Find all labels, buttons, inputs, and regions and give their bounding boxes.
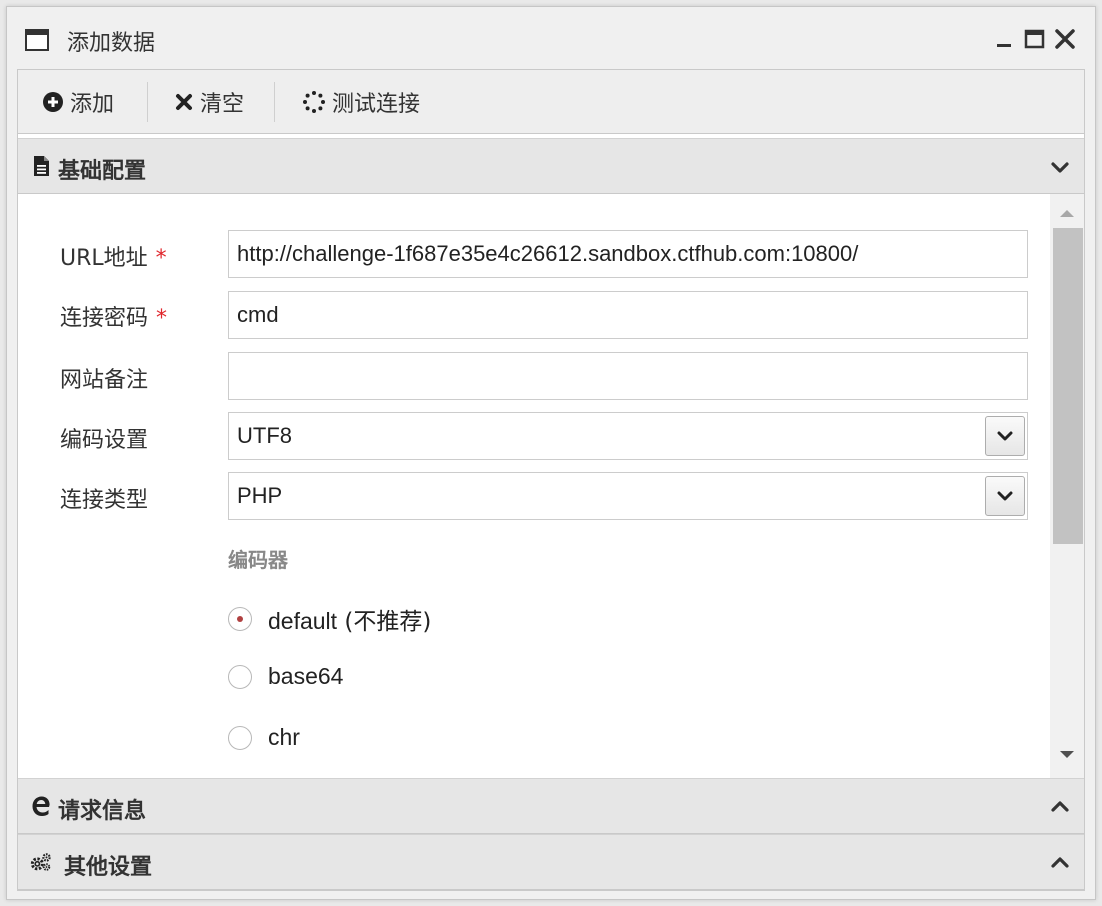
minimize-icon[interactable]: [993, 27, 1017, 51]
encoding-label: 编码设置: [60, 428, 149, 453]
request-info-title: 请求信息: [58, 799, 147, 824]
connection-type-select[interactable]: PHP: [228, 472, 1028, 520]
gears-icon: [30, 853, 51, 871]
basic-config-content: URL地址 * http://challenge-1f687e35e4c26612…: [18, 194, 1084, 778]
encoding-select[interactable]: UTF8: [228, 412, 1028, 460]
url-input-value: http://challenge-1f687e35e4c26612.sandbo…: [237, 241, 859, 266]
url-label-text: URL地址: [60, 246, 148, 271]
encoding-dropdown-button[interactable]: [985, 416, 1025, 456]
encoder-default-name: default: [268, 608, 338, 634]
password-input-value: cmd: [237, 302, 279, 327]
basic-config-title: 基础配置: [58, 159, 147, 184]
encoder-option-label: chr: [268, 724, 300, 750]
encoder-option-chr[interactable]: chr: [228, 724, 300, 751]
window-icon: [25, 29, 49, 51]
encoder-option-label: default (不推荐): [268, 602, 431, 636]
spinner-icon: [303, 91, 325, 113]
note-input[interactable]: [228, 352, 1028, 400]
clear-button-label: 清空: [200, 92, 245, 117]
chevron-up-icon: [1051, 857, 1069, 868]
test-connection-button[interactable]: 测试连接: [302, 70, 420, 134]
other-settings-title: 其他设置: [64, 855, 153, 880]
toolbar-divider: [147, 82, 148, 122]
radio-button[interactable]: [228, 664, 252, 689]
connection-type-label: 连接类型: [60, 488, 149, 513]
toolbar-divider: [274, 82, 275, 122]
plus-circle-icon: [43, 92, 63, 112]
required-mark: *: [156, 306, 168, 331]
test-connection-label: 测试连接: [332, 92, 421, 117]
request-info-header[interactable]: 请求信息: [18, 778, 1084, 834]
chevron-up-icon: [1051, 801, 1069, 812]
vertical-scrollbar[interactable]: [1050, 194, 1084, 778]
url-label: URL地址 *: [60, 240, 167, 272]
encoding-select-value: UTF8: [237, 423, 292, 448]
chevron-down-icon: [997, 431, 1013, 441]
clear-button[interactable]: 清空: [174, 70, 244, 134]
note-label: 网站备注: [60, 368, 149, 393]
encoder-option-label: base64: [268, 663, 344, 689]
required-mark: *: [155, 246, 167, 271]
password-label: 连接密码 *: [60, 300, 167, 332]
encoder-option-default[interactable]: default (不推荐): [228, 602, 431, 636]
basic-config-header[interactable]: 基础配置: [18, 138, 1084, 194]
maximize-icon[interactable]: [1023, 27, 1047, 51]
chevron-down-icon: [1051, 162, 1069, 173]
scroll-up-arrow-icon[interactable]: [1059, 208, 1075, 218]
password-label-text: 连接密码: [60, 306, 149, 331]
times-icon: [176, 94, 192, 110]
encoder-option-base64[interactable]: base64: [228, 663, 343, 690]
connection-type-dropdown-button[interactable]: [985, 476, 1025, 516]
add-button[interactable]: 添加: [42, 70, 114, 134]
connection-type-value: PHP: [237, 483, 283, 508]
toolbar: 添加 清空 测试连接: [18, 70, 1084, 134]
encoder-default-note: (不推荐): [337, 609, 432, 635]
window-body: 添加 清空 测试连接 基础配置 URL地址 * http://challenge…: [17, 69, 1085, 891]
add-button-label: 添加: [70, 92, 115, 117]
url-input[interactable]: http://challenge-1f687e35e4c26612.sandbo…: [228, 230, 1028, 278]
edge-icon: [32, 796, 50, 816]
radio-button-checked[interactable]: [228, 607, 252, 631]
add-data-window: 添加数据 添加 清空 测试连接 基础配置 URL地址 * http://chal…: [6, 6, 1096, 900]
other-settings-header[interactable]: 其他设置: [18, 834, 1084, 890]
window-title: 添加数据: [67, 31, 156, 56]
file-text-icon: [34, 156, 49, 176]
radio-button[interactable]: [228, 725, 252, 750]
scrollbar-thumb[interactable]: [1053, 228, 1083, 544]
encoder-section-title: 编码器: [228, 548, 288, 572]
close-icon[interactable]: [1053, 27, 1077, 51]
scroll-down-arrow-icon[interactable]: [1059, 750, 1075, 760]
password-input[interactable]: cmd: [228, 291, 1028, 339]
chevron-down-icon: [997, 491, 1013, 501]
title-bar: 添加数据: [7, 7, 1095, 69]
